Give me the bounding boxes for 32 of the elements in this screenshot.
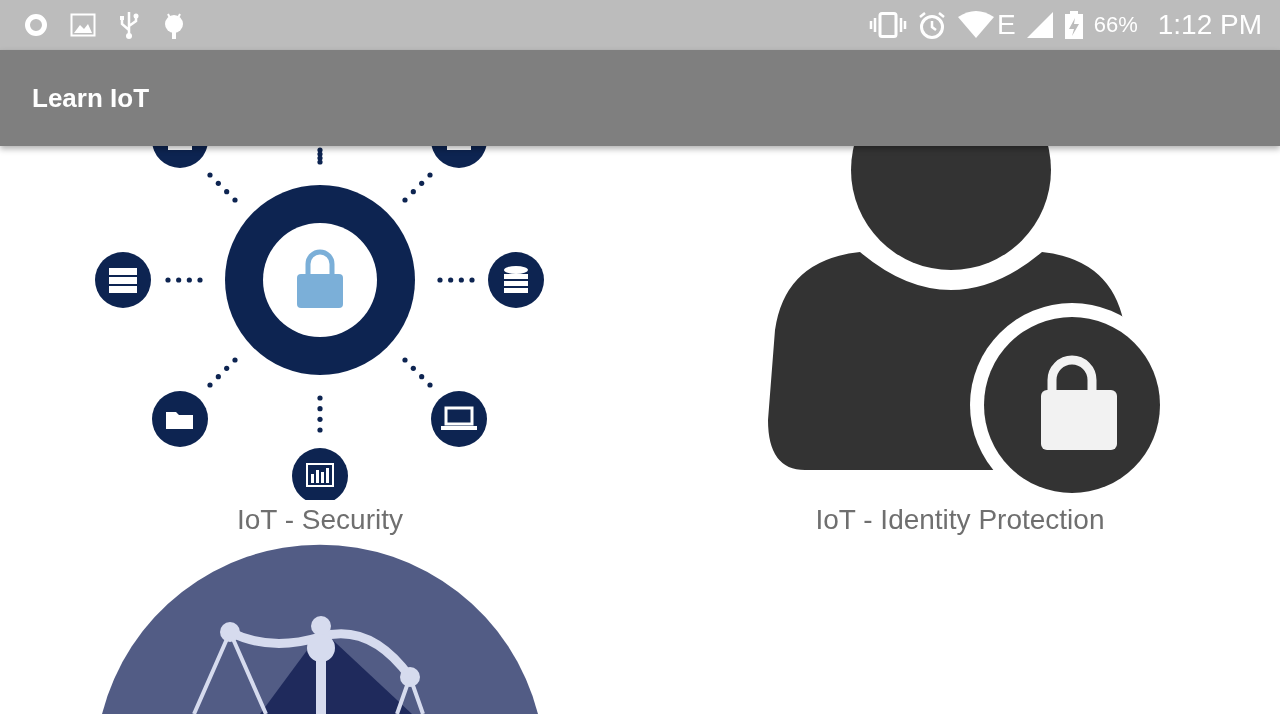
node-icon [488,252,544,308]
dotted-line [402,172,433,203]
battery-icon [1063,10,1084,40]
node-icon [292,448,348,500]
signal-icon [1025,11,1054,39]
vibrate-icon [869,12,907,38]
user-lock-icon [768,146,1160,493]
wifi-icon [957,11,995,39]
dotted-line [317,395,323,433]
dotted-line [402,357,433,388]
node-icon [152,146,208,168]
clock-time: 1:12 PM [1157,9,1262,41]
dotted-line [165,277,203,283]
dotted-line [207,172,238,203]
network-type: E [997,9,1016,41]
usb-icon [118,10,140,40]
dotted-line [317,147,323,165]
app-title: Learn IoT [32,82,149,114]
circle-icon [24,13,48,37]
image-icon [70,13,96,37]
tile-label[interactable]: IoT - Identity Protection [815,500,1105,540]
padlock-ring-icon [225,185,415,375]
node-icon [431,391,487,447]
node-icon [95,252,151,308]
node-icon [152,391,208,447]
dotted-line [437,277,475,283]
dotted-line [207,357,238,388]
scales-icon [102,545,538,714]
battery-percentage: 66% [1093,12,1138,38]
alarm-icon [917,10,947,40]
node-icon [431,146,487,168]
tile-label[interactable]: IoT - Security [237,500,403,540]
